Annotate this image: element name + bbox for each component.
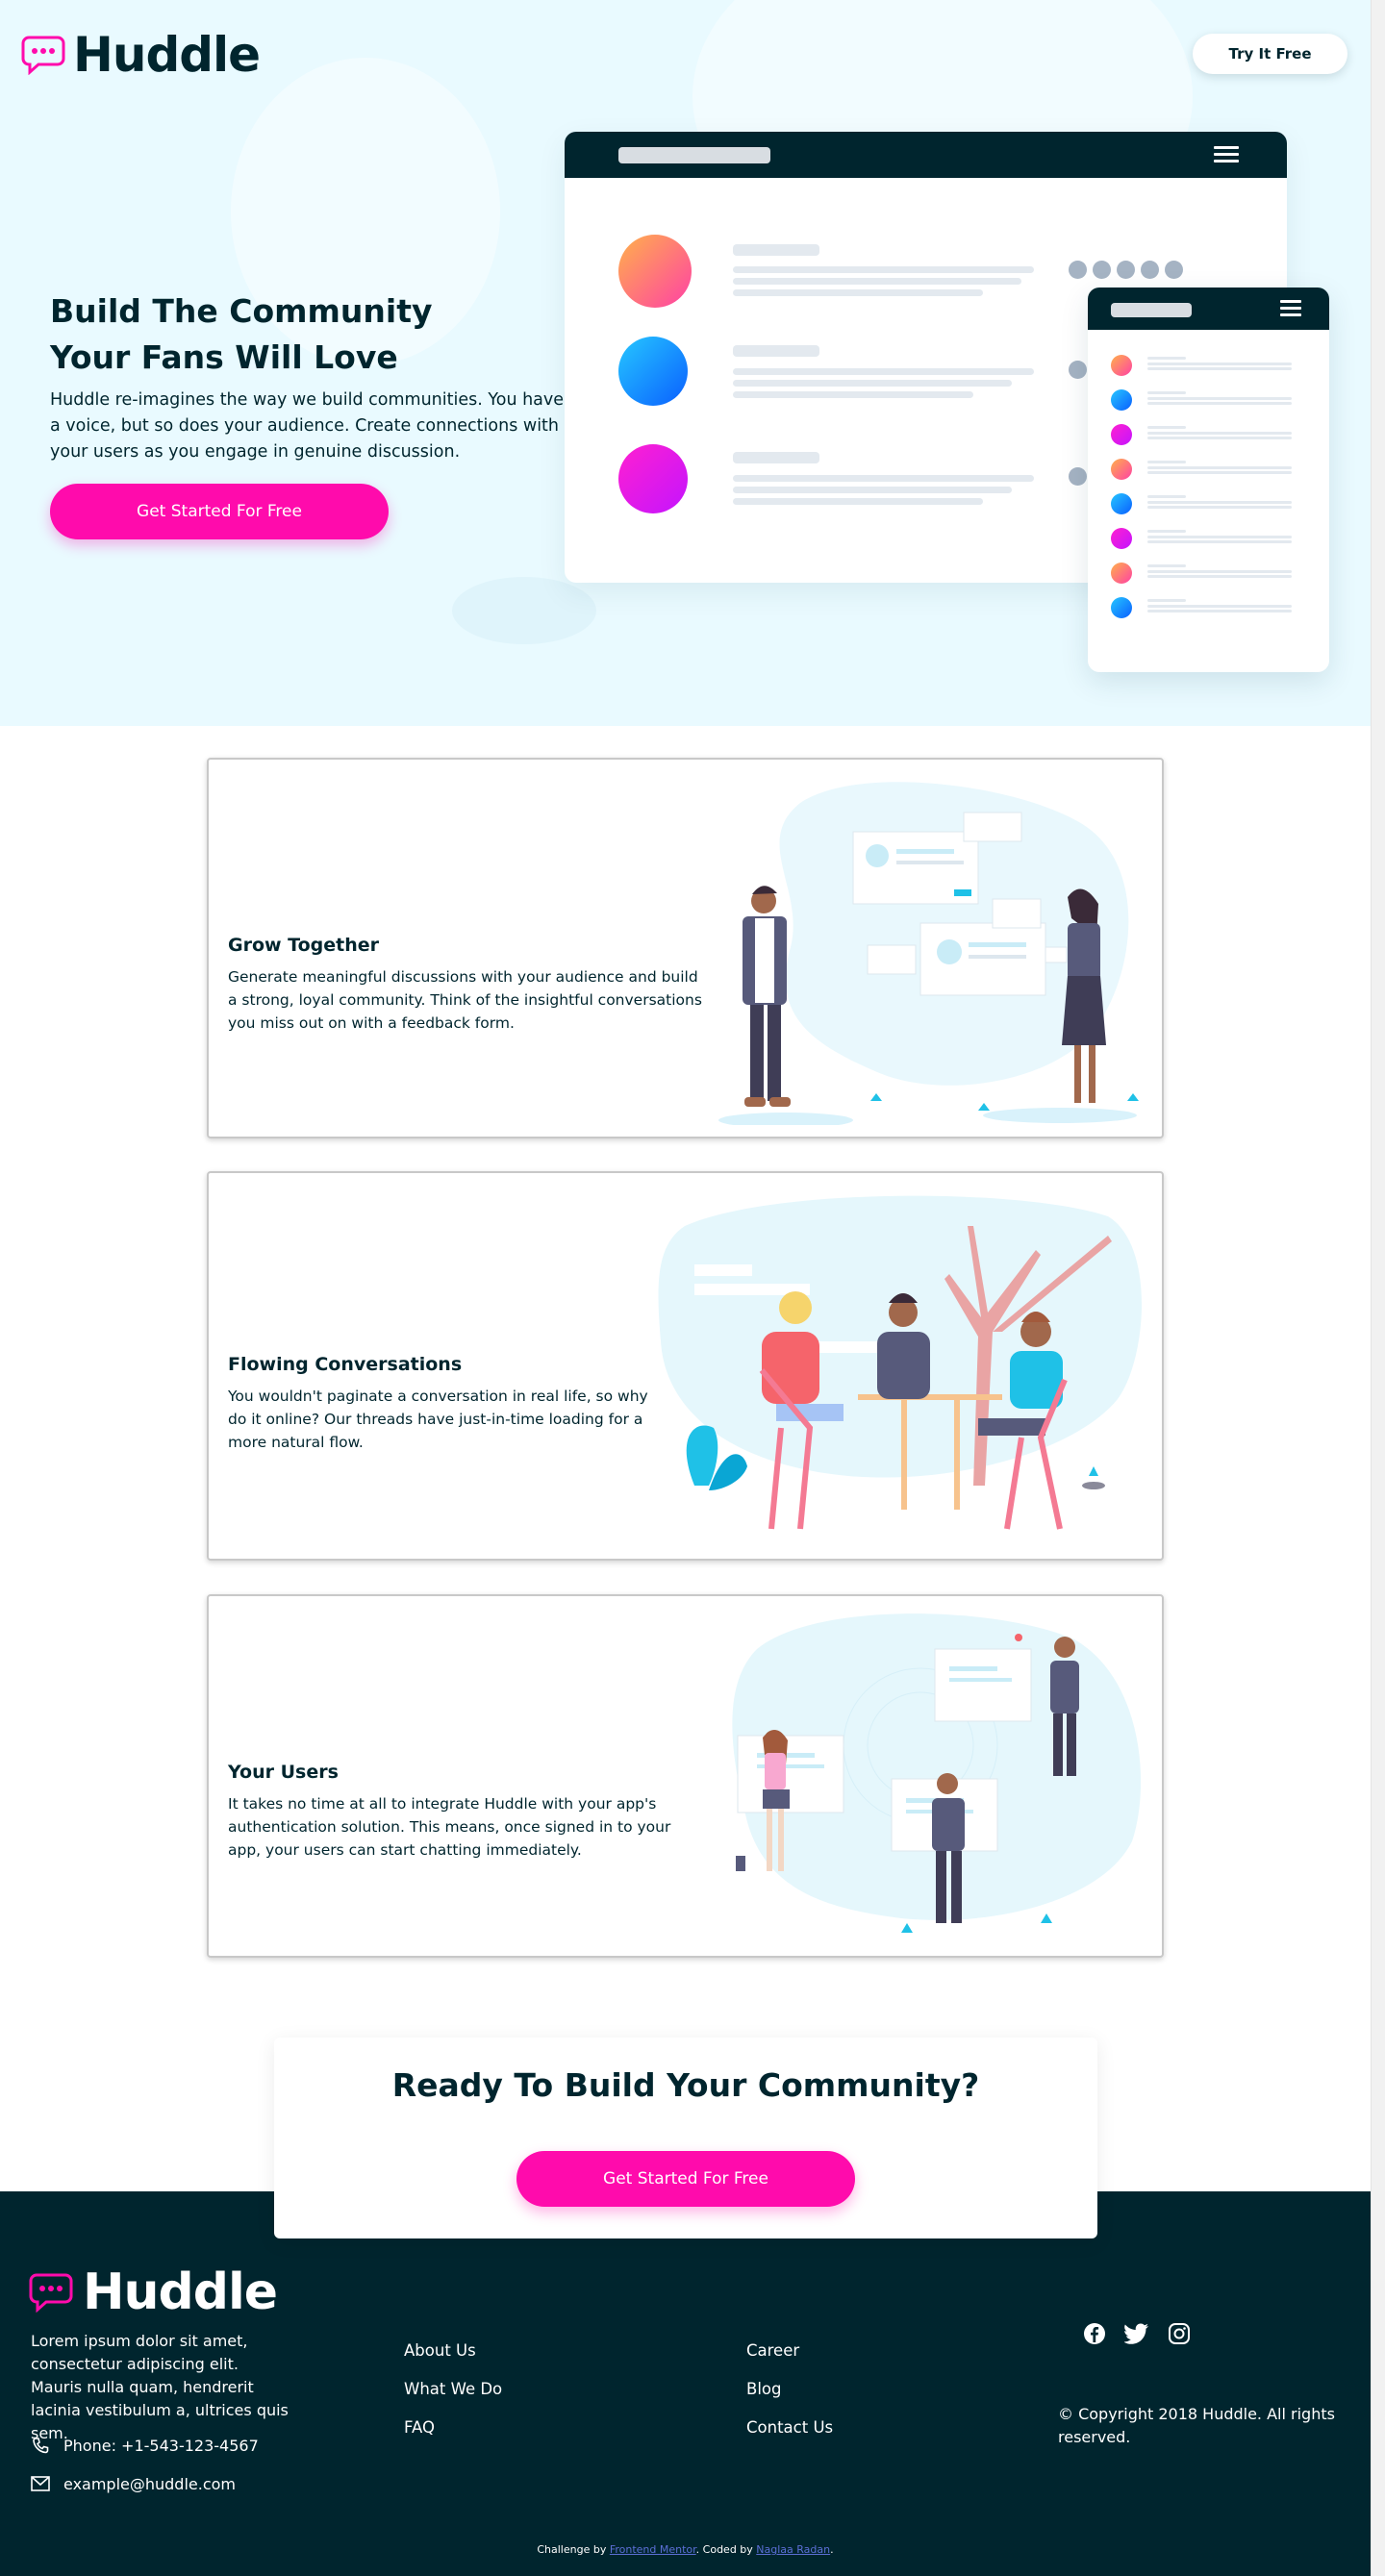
ready-cta-card: Ready To Build Your Community? Get Start… bbox=[274, 2038, 1097, 2238]
brand-name: Huddle bbox=[83, 2263, 278, 2321]
footer-description: Lorem ipsum dolor sit amet, consectetur … bbox=[31, 2332, 289, 2442]
social-links bbox=[1082, 2321, 1192, 2346]
frontend-mentor-link[interactable]: Frontend Mentor bbox=[610, 2543, 696, 2556]
your-users-illustration bbox=[732, 1613, 1142, 1933]
app-mockup-side bbox=[1088, 288, 1329, 672]
footer-link-blog[interactable]: Blog bbox=[746, 2380, 781, 2398]
facebook-icon[interactable] bbox=[1082, 2321, 1107, 2346]
flowing-conversations-illustration bbox=[658, 1195, 1142, 1530]
brand-name: Huddle bbox=[73, 27, 261, 83]
footer-link-faq[interactable]: FAQ bbox=[404, 2418, 435, 2437]
header-logo[interactable]: Huddle bbox=[21, 27, 261, 83]
email-text: example@huddle.com bbox=[63, 2474, 237, 2493]
hero-title-line1: Build The Community bbox=[50, 292, 433, 330]
attribution: Challenge by Frontend Mentor. Coded by N… bbox=[537, 2543, 834, 2556]
feature-title: Flowing Conversations bbox=[228, 1354, 463, 1375]
footer-logo[interactable]: Huddle bbox=[29, 2263, 278, 2321]
feature-title: Grow Together bbox=[228, 935, 380, 956]
feature-card-grow-together: Grow Together Generate meaningful discus… bbox=[207, 758, 1164, 1138]
email-icon bbox=[31, 2474, 50, 2493]
avatar bbox=[1111, 528, 1132, 549]
hero-description: Huddle re-imagines the way we build comm… bbox=[50, 390, 565, 462]
try-it-free-button[interactable]: Try It Free bbox=[1193, 34, 1347, 74]
feature-description: It takes no time at all to integrate Hud… bbox=[228, 1795, 671, 1859]
footer-phone: Phone: +1-543-123-4567 bbox=[31, 2436, 259, 2455]
hero-title: Build The Community Your Fans Will Love bbox=[50, 288, 454, 381]
hero-section: Huddle Try It Free Build The Community Y… bbox=[0, 0, 1371, 726]
copyright: © Copyright 2018 Huddle. All rights rese… bbox=[1058, 2405, 1335, 2446]
author-link[interactable]: Naglaa Radan bbox=[756, 2543, 830, 2556]
avatar bbox=[618, 337, 688, 406]
hamburger-icon bbox=[1214, 146, 1239, 163]
avatar bbox=[1111, 459, 1132, 480]
get-started-button[interactable]: Get Started For Free bbox=[50, 484, 389, 539]
twitter-icon[interactable] bbox=[1124, 2321, 1149, 2346]
feature-description: You wouldn't paginate a conversation in … bbox=[228, 1388, 648, 1451]
footer-link-contact-us[interactable]: Contact Us bbox=[746, 2418, 833, 2437]
grow-together-illustration bbox=[718, 782, 1139, 1125]
page: Huddle Try It Free Build The Community Y… bbox=[0, 0, 1371, 2576]
instagram-icon[interactable] bbox=[1167, 2321, 1192, 2346]
chat-bubble-logo-icon bbox=[29, 2273, 73, 2313]
scrollbar[interactable] bbox=[1371, 0, 1385, 2576]
reaction-dots bbox=[1069, 261, 1183, 279]
footer: Huddle Lorem ipsum dolor sit amet, conse… bbox=[0, 2191, 1371, 2576]
avatar bbox=[618, 444, 688, 513]
feature-card-flowing-conversations: Flowing Conversations You wouldn't pagin… bbox=[207, 1171, 1164, 1561]
hero-title-line2: Your Fans Will Love bbox=[50, 338, 398, 376]
avatar bbox=[1111, 355, 1132, 376]
avatar bbox=[1111, 597, 1132, 618]
footer-link-what-we-do[interactable]: What We Do bbox=[404, 2380, 502, 2398]
feature-description: Generate meaningful discussions with you… bbox=[228, 968, 702, 1032]
phone-text: Phone: +1-543-123-4567 bbox=[63, 2436, 259, 2455]
feature-title: Your Users bbox=[228, 1762, 339, 1783]
mockup-topbar bbox=[565, 132, 1287, 178]
avatar bbox=[1111, 493, 1132, 514]
avatar bbox=[1111, 424, 1132, 445]
phone-icon bbox=[31, 2436, 50, 2455]
footer-email: example@huddle.com bbox=[31, 2474, 236, 2493]
ready-title: Ready To Build Your Community? bbox=[391, 2066, 980, 2104]
footer-link-career[interactable]: Career bbox=[746, 2341, 799, 2360]
hero-bg-blob bbox=[452, 577, 596, 644]
avatar bbox=[618, 235, 692, 308]
avatar bbox=[1111, 563, 1132, 584]
get-started-button-bottom[interactable]: Get Started For Free bbox=[516, 2151, 855, 2207]
chat-bubble-logo-icon bbox=[21, 36, 65, 75]
mockup-topbar bbox=[1088, 288, 1329, 330]
hamburger-icon bbox=[1280, 300, 1301, 317]
footer-link-about-us[interactable]: About Us bbox=[404, 2341, 476, 2360]
feature-card-your-users: Your Users It takes no time at all to in… bbox=[207, 1594, 1164, 1958]
avatar bbox=[1111, 389, 1132, 411]
